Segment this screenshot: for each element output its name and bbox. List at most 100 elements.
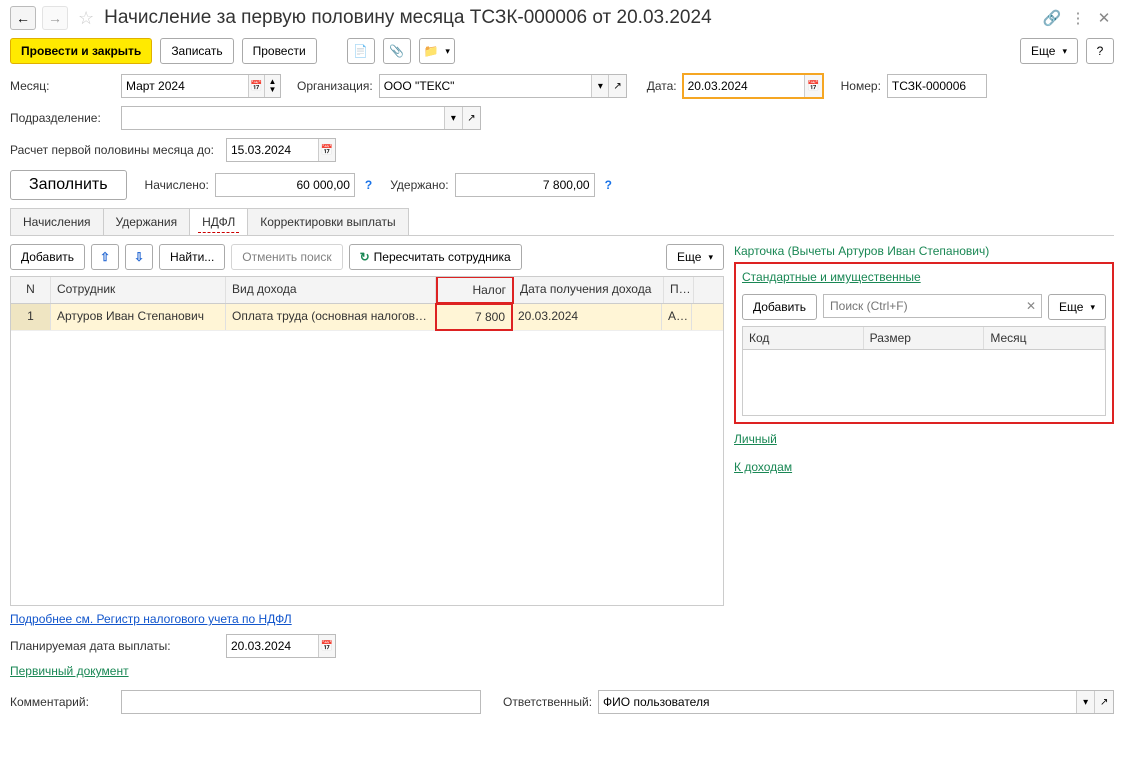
org-dropdown-button[interactable]: ▾ (591, 75, 608, 97)
comment-label: Комментарий: (10, 695, 115, 709)
grid-more-button[interactable]: Еще▾ (666, 244, 724, 270)
accrued-help-icon[interactable]: ? (365, 178, 372, 192)
col-employee-header[interactable]: Сотрудник (51, 277, 226, 303)
division-dropdown-button[interactable]: ▾ (444, 107, 462, 129)
tab-payment-corrections[interactable]: Корректировки выплаты (247, 208, 408, 235)
to-income-link[interactable]: К доходам (734, 460, 792, 474)
grid-cancel-find-button[interactable]: Отменить поиск (231, 244, 342, 270)
arrow-down-icon: ⇩ (134, 250, 144, 264)
date-calendar-button[interactable]: 📅 (804, 75, 821, 97)
deductions-more-button[interactable]: Еще▾ (1048, 294, 1106, 320)
planned-pay-calendar-button[interactable]: 📅 (318, 635, 335, 657)
planned-pay-label: Планируемая дата выплаты: (10, 639, 220, 653)
post-and-close-button[interactable]: Провести и закрыть (10, 38, 152, 64)
nav-forward-button[interactable]: → (42, 6, 68, 30)
mini-col-size[interactable]: Размер (864, 327, 985, 349)
search-clear-icon[interactable]: ✕ (1021, 299, 1041, 313)
responsible-dropdown-button[interactable]: ▾ (1076, 691, 1095, 713)
half-to-input[interactable] (227, 139, 318, 161)
calendar-icon: 📅 (321, 145, 333, 156)
cell-date: 20.03.2024 (512, 304, 662, 330)
save-button[interactable]: Записать (160, 38, 233, 64)
division-input[interactable] (122, 107, 444, 129)
grid-recalc-button[interactable]: ↻ Пересчитать сотрудника (349, 244, 522, 270)
favorite-star-icon[interactable]: ☆ (78, 8, 94, 29)
deductions-search-input[interactable] (824, 299, 1021, 313)
month-stepper-button[interactable]: ▲▼ (264, 75, 280, 97)
page-title: Начисление за первую половину месяца ТСЗ… (104, 7, 1036, 29)
mini-col-code[interactable]: Код (743, 327, 864, 349)
deductions-panel: Стандартные и имущественные Добавить ✕ Е… (734, 262, 1114, 424)
sheet-icon: 📄 (353, 44, 368, 58)
grid-find-button[interactable]: Найти... (159, 244, 225, 270)
division-open-button[interactable]: ↗ (462, 107, 480, 129)
sheet-icon-button[interactable]: 📄 (347, 38, 375, 64)
tabs: Начисления Удержания НДФЛ Корректировки … (10, 208, 1114, 236)
responsible-label: Ответственный: (503, 695, 592, 709)
refresh-icon: ↻ (360, 250, 370, 264)
cell-employee: Артуров Иван Степанович (51, 304, 226, 330)
org-label: Организация: (297, 79, 373, 93)
col-p-header[interactable]: П... (664, 277, 694, 303)
link-icon[interactable]: 🔗 (1042, 8, 1062, 28)
primary-doc-link[interactable]: Первичный документ (10, 664, 129, 678)
mini-col-month[interactable]: Месяц (984, 327, 1105, 349)
date-label: Дата: (647, 79, 677, 93)
tab-ndfl[interactable]: НДФЛ (189, 208, 248, 235)
month-calendar-button[interactable]: 📅 (248, 75, 264, 97)
org-input[interactable] (380, 75, 592, 97)
half-to-label: Расчет первой половины месяца до: (10, 143, 220, 157)
more-button[interactable]: Еще▾ (1020, 38, 1078, 64)
col-date-header[interactable]: Дата получения дохода (514, 277, 664, 303)
deductions-add-button[interactable]: Добавить (742, 294, 817, 320)
planned-pay-input[interactable] (227, 635, 318, 657)
attach-button[interactable]: 📎 (383, 38, 411, 64)
help-button[interactable]: ? (1086, 38, 1114, 64)
withheld-input[interactable] (455, 173, 595, 197)
col-n-header[interactable]: N (11, 277, 51, 303)
folder-dropdown-button[interactable]: 📁▾ (419, 38, 455, 64)
withheld-help-icon[interactable]: ? (605, 178, 612, 192)
cell-income: Оплата труда (основная налоговая ... (226, 304, 436, 330)
grid-move-up-button[interactable]: ⇧ (91, 244, 119, 270)
number-label: Номер: (841, 79, 881, 93)
responsible-input[interactable] (599, 691, 1076, 713)
personal-link[interactable]: Личный (734, 432, 777, 446)
paperclip-icon: 📎 (389, 44, 404, 58)
grid-add-button[interactable]: Добавить (10, 244, 85, 270)
deductions-table: Код Размер Месяц (742, 326, 1106, 416)
arrow-up-icon: ⇧ (100, 250, 110, 264)
month-label: Месяц: (10, 79, 115, 93)
calendar-icon: 📅 (321, 641, 333, 652)
withheld-label: Удержано: (390, 178, 448, 192)
org-open-button[interactable]: ↗ (608, 75, 625, 97)
month-input[interactable] (122, 75, 248, 97)
number-input[interactable] (887, 74, 987, 98)
date-input[interactable] (684, 75, 805, 97)
tab-withholdings[interactable]: Удержания (103, 208, 191, 235)
cell-tax: 7 800 (435, 303, 513, 331)
open-icon: ↗ (613, 81, 621, 92)
comment-input[interactable] (121, 690, 481, 714)
close-icon[interactable]: ✕ (1094, 8, 1114, 28)
fill-button[interactable]: Заполнить (10, 170, 127, 200)
calendar-icon: 📅 (807, 81, 819, 92)
registry-link[interactable]: Подробнее см. Регистр налогового учета п… (10, 612, 292, 626)
post-button[interactable]: Провести (242, 38, 317, 64)
grid-move-down-button[interactable]: ⇩ (125, 244, 153, 270)
kebab-menu-icon[interactable]: ⋮ (1068, 8, 1088, 28)
nav-back-button[interactable]: ← (10, 6, 36, 30)
folder-icon: 📁 (423, 44, 438, 58)
cell-p: А... (662, 304, 692, 330)
table-row[interactable]: 1 Артуров Иван Степанович Оплата труда (… (11, 304, 723, 331)
standard-deductions-link[interactable]: Стандартные и имущественные (742, 270, 921, 284)
col-income-header[interactable]: Вид дохода (226, 277, 436, 303)
col-tax-header[interactable]: Налог (436, 276, 514, 304)
accrued-input[interactable] (215, 173, 355, 197)
responsible-open-button[interactable]: ↗ (1094, 691, 1113, 713)
calendar-icon: 📅 (250, 81, 262, 92)
tab-accruals[interactable]: Начисления (10, 208, 104, 235)
card-title: Карточка (Вычеты Артуров Иван Степанович… (734, 244, 1114, 258)
division-label: Подразделение: (10, 111, 115, 125)
half-to-calendar-button[interactable]: 📅 (318, 139, 335, 161)
